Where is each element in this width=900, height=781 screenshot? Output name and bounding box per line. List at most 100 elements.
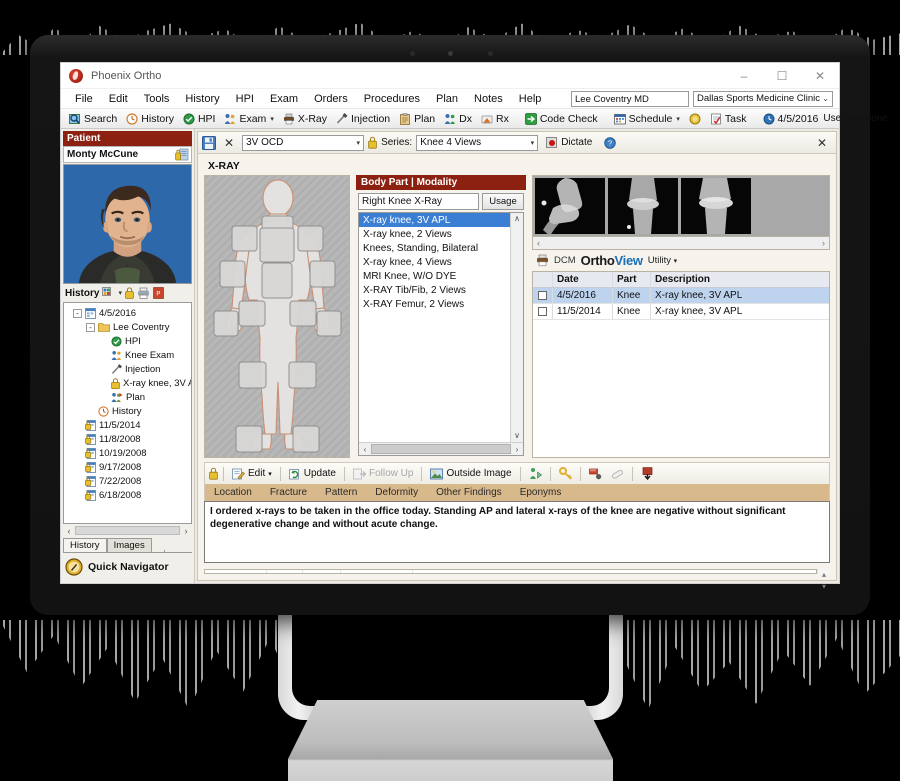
tree-node[interactable]: 7/22/2008 (66, 474, 189, 488)
dictate-button[interactable]: Dictate (542, 137, 596, 148)
body-diagram[interactable] (205, 176, 351, 459)
list-item[interactable]: Knees, Standing, Bilateral (359, 241, 510, 255)
menu-item-edit[interactable]: Edit (101, 89, 136, 109)
help-icon[interactable]: ? (604, 136, 617, 149)
tab-deformity[interactable]: Deformity (366, 484, 427, 501)
hscroll-thumb[interactable] (371, 444, 511, 454)
scroll-right-icon[interactable]: › (180, 526, 192, 536)
utility-menu[interactable]: Utility ▾ (648, 255, 677, 266)
edit-button[interactable]: Edit ▾ (229, 467, 275, 481)
person-go-button[interactable] (526, 466, 545, 481)
toolbar-button-injection[interactable]: Injection (332, 110, 394, 128)
template-select[interactable]: 3V OCD ▾ (242, 134, 365, 151)
list-item[interactable]: X-ray knee, 4 Views (359, 255, 510, 269)
pdf-icon[interactable]: P (153, 287, 164, 299)
tree-expander[interactable]: - (73, 308, 82, 318)
maximize-button[interactable]: ☐ (763, 63, 801, 89)
toolbar-button-exam[interactable]: Exam ▾ (220, 110, 277, 128)
history-tree[interactable]: -4/5/2016- Lee Coventry HPI Knee Exam Inject… (63, 302, 192, 524)
tab-other-findings[interactable]: Other Findings (427, 484, 511, 501)
checkbox[interactable] (538, 291, 547, 300)
study-checkbox-cell[interactable] (533, 304, 553, 319)
tab-fracture[interactable]: Fracture (261, 484, 316, 501)
tree-node[interactable]: - 4/5/2016 (66, 306, 189, 320)
xray-thumbnail[interactable] (535, 178, 605, 234)
follow-up-button[interactable]: Follow Up (350, 467, 416, 481)
key-button[interactable] (556, 466, 575, 481)
print-icon[interactable] (137, 287, 150, 299)
hscroll-left-icon[interactable]: ‹ (359, 445, 371, 454)
checkbox[interactable] (538, 307, 547, 316)
listbox-vertical-scrollbar[interactable]: ∧ ∨ (510, 213, 523, 442)
document-discard-icon[interactable]: ✕ (220, 136, 238, 150)
toolbar-button-date[interactable]: 4/5/2016 (759, 110, 823, 128)
filter-dropdown-caret[interactable]: ▾ (118, 289, 122, 297)
measure-button[interactable] (586, 466, 605, 481)
horizontal-scrollbar-sidebar[interactable]: ‹ › (63, 524, 192, 537)
menu-item-file[interactable]: File (67, 89, 101, 109)
body-part-listbox[interactable]: X-ray knee, 3V APL X-ray knee, 2 Views Kne… (358, 212, 524, 456)
tab-images[interactable]: Images (106, 538, 152, 552)
thumbnail-prev-icon[interactable]: ‹ (537, 238, 540, 248)
toolbar-button-search[interactable]: Search (65, 110, 121, 128)
menu-item-history[interactable]: History (177, 89, 227, 109)
outside-image-button[interactable]: Outside Image (427, 467, 514, 481)
table-row[interactable]: 4/5/2016 Knee X-ray knee, 3V APL (533, 288, 829, 304)
tree-node[interactable]: 11/8/2008 (66, 432, 189, 446)
patient-name-row[interactable]: Monty McCune (63, 146, 192, 163)
toolbar-button-task[interactable]: Task (706, 110, 751, 128)
menu-item-orders[interactable]: Orders (306, 89, 356, 109)
menu-item-plan[interactable]: Plan (428, 89, 466, 109)
save-icon[interactable] (202, 135, 216, 150)
tab-eponyms[interactable]: Eponyms (511, 484, 571, 501)
tab-history[interactable]: History (63, 538, 107, 552)
menu-item-exam[interactable]: Exam (262, 89, 306, 109)
menu-item-hpi[interactable]: HPI (228, 89, 262, 109)
toolbar-button-schedule[interactable]: Schedule ▾ (610, 110, 684, 128)
body-map[interactable] (204, 175, 350, 458)
xray-thumbnail-3[interactable] (681, 178, 751, 234)
tree-node[interactable]: X-ray knee, 3V A (66, 376, 191, 390)
tree-node[interactable]: History (66, 404, 189, 418)
toolbar-button-code-check[interactable]: Code Check (521, 110, 602, 128)
provider-field[interactable]: Lee Coventry MD (571, 90, 689, 107)
toolbar-button-coin[interactable] (685, 110, 705, 128)
toolbar-button-hpi[interactable]: HPI (179, 110, 220, 128)
xray-thumbnail-2[interactable] (608, 178, 678, 234)
menu-item-procedures[interactable]: Procedures (356, 89, 428, 109)
tree-node[interactable]: HPI (66, 334, 189, 348)
minimize-button[interactable]: – (725, 63, 763, 89)
toolbar-button-history[interactable]: History (122, 110, 178, 128)
listbox-options[interactable]: X-ray knee, 3V APL X-ray knee, 2 Views Kne… (359, 213, 510, 442)
listbox-horizontal-scrollbar[interactable]: ‹ › (359, 442, 523, 455)
tree-node[interactable]: Injection (66, 362, 189, 376)
filter-icon[interactable] (102, 287, 115, 299)
hscroll-right-icon[interactable]: › (511, 445, 523, 454)
table-row[interactable]: 11/5/2014 Knee X-ray knee, 3V APL (533, 304, 829, 320)
lock-icon-finding[interactable] (209, 467, 218, 480)
scroll-left-icon[interactable]: ‹ (63, 526, 75, 536)
series-select[interactable]: Knee 4 Views ▾ (416, 134, 539, 151)
menu-item-help[interactable]: Help (511, 89, 550, 109)
toolbar-button-plan[interactable]: Plan (395, 110, 439, 128)
pill-button[interactable] (608, 466, 627, 481)
import-button[interactable] (638, 466, 657, 481)
thumbnail-next-icon[interactable]: › (822, 238, 825, 248)
quick-navigator-button[interactable]: Quick Navigator (63, 553, 192, 581)
scroll-up-icon[interactable]: ∧ (511, 213, 523, 225)
list-item[interactable]: X-RAY Tib/Fib, 2 Views (359, 283, 510, 297)
tree-node[interactable]: 11/5/2014 (66, 418, 189, 432)
tree-node[interactable]: 6/18/2008 (66, 488, 189, 502)
toolbar-button-rx[interactable]: Rx (477, 110, 513, 128)
findings-scroll-down-icon[interactable]: ▾ (818, 581, 830, 593)
toolbar-button-xray[interactable]: X-Ray (279, 110, 331, 128)
tree-node[interactable]: 9/17/2008 (66, 460, 189, 474)
menu-item-tools[interactable]: Tools (136, 89, 178, 109)
tree-expander[interactable]: - (86, 322, 95, 332)
tree-node[interactable]: - Lee Coventry (66, 320, 189, 334)
list-item[interactable]: X-RAY Femur, 2 Views (359, 297, 510, 311)
tree-node[interactable]: Knee Exam (66, 348, 189, 362)
list-item[interactable]: X-ray knee, 3V APL (359, 213, 510, 227)
findings-scroll-up-icon[interactable]: ▴ (818, 569, 830, 581)
findings-table-scrollbar[interactable]: ▴ ▾ (817, 569, 830, 591)
